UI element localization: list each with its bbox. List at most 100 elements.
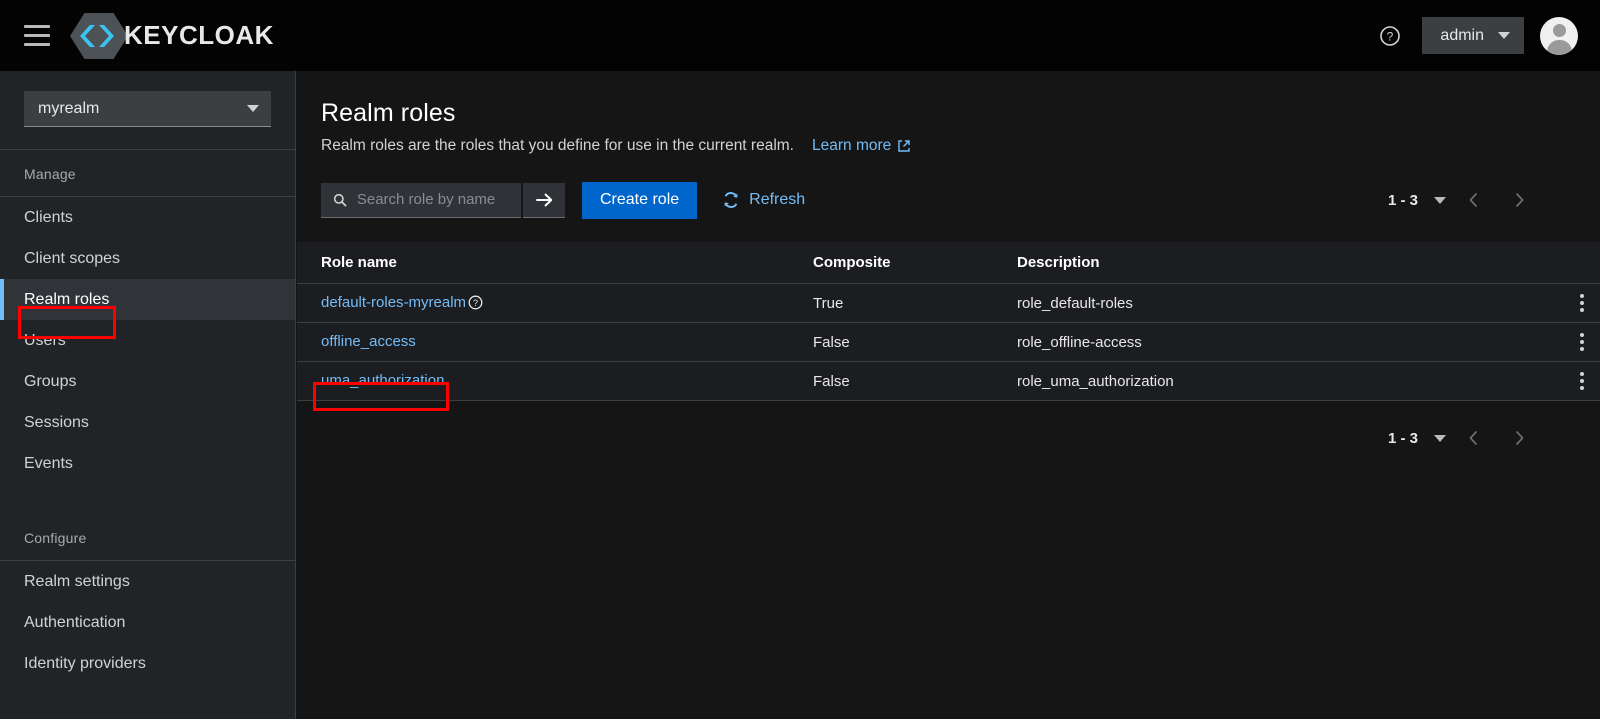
pagination-prev-button[interactable] (1454, 419, 1492, 457)
table-header-row: Role name Composite Description (297, 242, 1600, 284)
create-role-button[interactable]: Create role (582, 181, 698, 219)
chevron-down-icon[interactable] (1434, 196, 1446, 204)
sidebar-item-realm-settings[interactable]: Realm settings (0, 561, 295, 602)
cell-actions (1497, 288, 1600, 318)
chevron-left-icon (1469, 431, 1477, 445)
chevron-down-icon (247, 105, 259, 112)
realm-selector[interactable]: myrealm (24, 91, 271, 127)
hamburger-bar (24, 43, 50, 46)
search-input[interactable] (356, 191, 511, 208)
role-name-label: uma_authorization (321, 372, 445, 389)
sidebar-item-label: Users (24, 331, 66, 349)
cell-composite: True (813, 294, 844, 312)
masthead-actions: ? admin (1370, 16, 1600, 56)
learn-more-label: Learn more (812, 137, 892, 154)
chevron-right-icon (1515, 193, 1523, 207)
cell-description: role_default-roles (1017, 294, 1133, 312)
pagination-next-button[interactable] (1500, 181, 1538, 219)
refresh-button[interactable]: Refresh (722, 191, 805, 209)
external-link-icon (898, 140, 910, 152)
cell-description: role_uma_authorization (1017, 372, 1174, 390)
cell-composite: False (813, 333, 850, 351)
chevron-down-icon[interactable] (1434, 434, 1446, 442)
role-name-label: default-roles-myrealm (321, 294, 467, 311)
avatar[interactable] (1540, 16, 1578, 55)
masthead: KEYCLOAK ? admin (0, 0, 1600, 71)
realm-selector-wrapper: myrealm (0, 71, 295, 149)
cell-description: role_offline-access (1017, 333, 1142, 351)
hamburger-bar (24, 25, 50, 28)
learn-more-link[interactable]: Learn more (812, 137, 911, 155)
chevron-down-icon (1498, 32, 1510, 39)
refresh-label: Refresh (749, 191, 806, 208)
column-header-composite: Composite (813, 254, 891, 271)
main-content: Realm roles Realm roles are the roles th… (297, 71, 1600, 719)
sync-refresh-icon (724, 192, 738, 208)
kebab-menu-icon[interactable] (1569, 288, 1595, 318)
sidebar-item-groups[interactable]: Groups (0, 361, 295, 402)
sidebar-item-label: Client scopes (24, 249, 121, 267)
svg-text:?: ? (473, 298, 478, 308)
search-icon (333, 193, 347, 206)
cell-actions (1497, 327, 1600, 357)
sidebar-item-client-scopes[interactable]: Client scopes (0, 238, 295, 279)
chevron-left-icon (1469, 193, 1477, 207)
table-row: offline_access False role_offline-access (297, 323, 1600, 362)
help-circle-icon[interactable]: ? (468, 295, 483, 310)
sidebar-item-clients[interactable]: Clients (0, 197, 295, 238)
role-link[interactable]: offline_access (321, 333, 416, 350)
sidebar-item-label: Authentication (24, 613, 126, 631)
page-title: Realm roles (321, 99, 456, 127)
sidebar-item-label: Sessions (24, 413, 89, 431)
chevron-right-icon (1515, 431, 1523, 445)
pagination-top: 1 - 3 (1388, 181, 1576, 219)
cell-role-name: default-roles-myrealm ? (297, 294, 813, 312)
role-link[interactable]: default-roles-myrealm ? (321, 294, 483, 311)
page-subtitle: Realm roles are the roles that you defin… (321, 137, 794, 154)
pagination-prev-button[interactable] (1454, 181, 1492, 219)
sidebar-item-label: Clients (24, 208, 73, 226)
cell-role-name: offline_access (297, 333, 813, 351)
help-circle-icon[interactable]: ? (1370, 16, 1410, 56)
brand-name: KEYCLOAK (124, 20, 274, 50)
sidebar: myrealm Manage Clients Client scopes Rea… (0, 71, 296, 719)
user-menu-button[interactable]: admin (1422, 17, 1524, 54)
search-group (321, 182, 565, 218)
table-row: uma_authorization False role_uma_authori… (297, 362, 1600, 401)
sidebar-item-label: Realm settings (24, 572, 130, 590)
hamburger-menu-icon[interactable] (24, 25, 50, 46)
brand-logo[interactable]: KEYCLOAK (70, 11, 274, 61)
sidebar-item-label: Groups (24, 372, 77, 390)
hamburger-bar (24, 34, 50, 37)
sidebar-item-label: Identity providers (24, 654, 146, 672)
nav-section-configure-title: Configure (24, 530, 87, 546)
sidebar-item-authentication[interactable]: Authentication (0, 602, 295, 643)
nav-section-manage-title: Manage (24, 166, 76, 182)
user-menu-label: admin (1440, 26, 1484, 44)
keycloak-logo-icon (70, 12, 128, 59)
role-link[interactable]: uma_authorization (321, 372, 444, 389)
cell-composite: False (813, 372, 850, 390)
column-header-role-name: Role name (321, 254, 397, 271)
cell-actions (1497, 366, 1600, 396)
realm-selector-value: myrealm (38, 99, 100, 117)
pagination-next-button[interactable] (1500, 419, 1538, 457)
sidebar-item-events[interactable]: Events (0, 443, 295, 484)
sidebar-item-sessions[interactable]: Sessions (0, 402, 295, 443)
sidebar-item-label: Realm roles (24, 290, 110, 308)
page-subtitle-row: Realm roles are the roles that you defin… (321, 137, 1576, 155)
kebab-menu-icon[interactable] (1569, 327, 1595, 357)
column-header-description: Description (1017, 254, 1100, 271)
sidebar-item-label: Events (24, 454, 73, 472)
search-box[interactable] (321, 182, 521, 218)
roles-table: Role name Composite Description default-… (297, 242, 1600, 401)
sidebar-item-realm-roles[interactable]: Realm roles (0, 279, 295, 320)
sidebar-item-identity-providers[interactable]: Identity providers (0, 643, 295, 684)
pagination-range: 1 - 3 (1387, 429, 1418, 447)
toolbar: Create role Refresh 1 - 3 (297, 155, 1600, 219)
page-header: Realm roles Realm roles are the roles th… (297, 71, 1600, 155)
search-submit-button[interactable] (523, 182, 565, 218)
kebab-menu-icon[interactable] (1569, 366, 1595, 396)
sidebar-item-users[interactable]: Users (0, 320, 295, 361)
